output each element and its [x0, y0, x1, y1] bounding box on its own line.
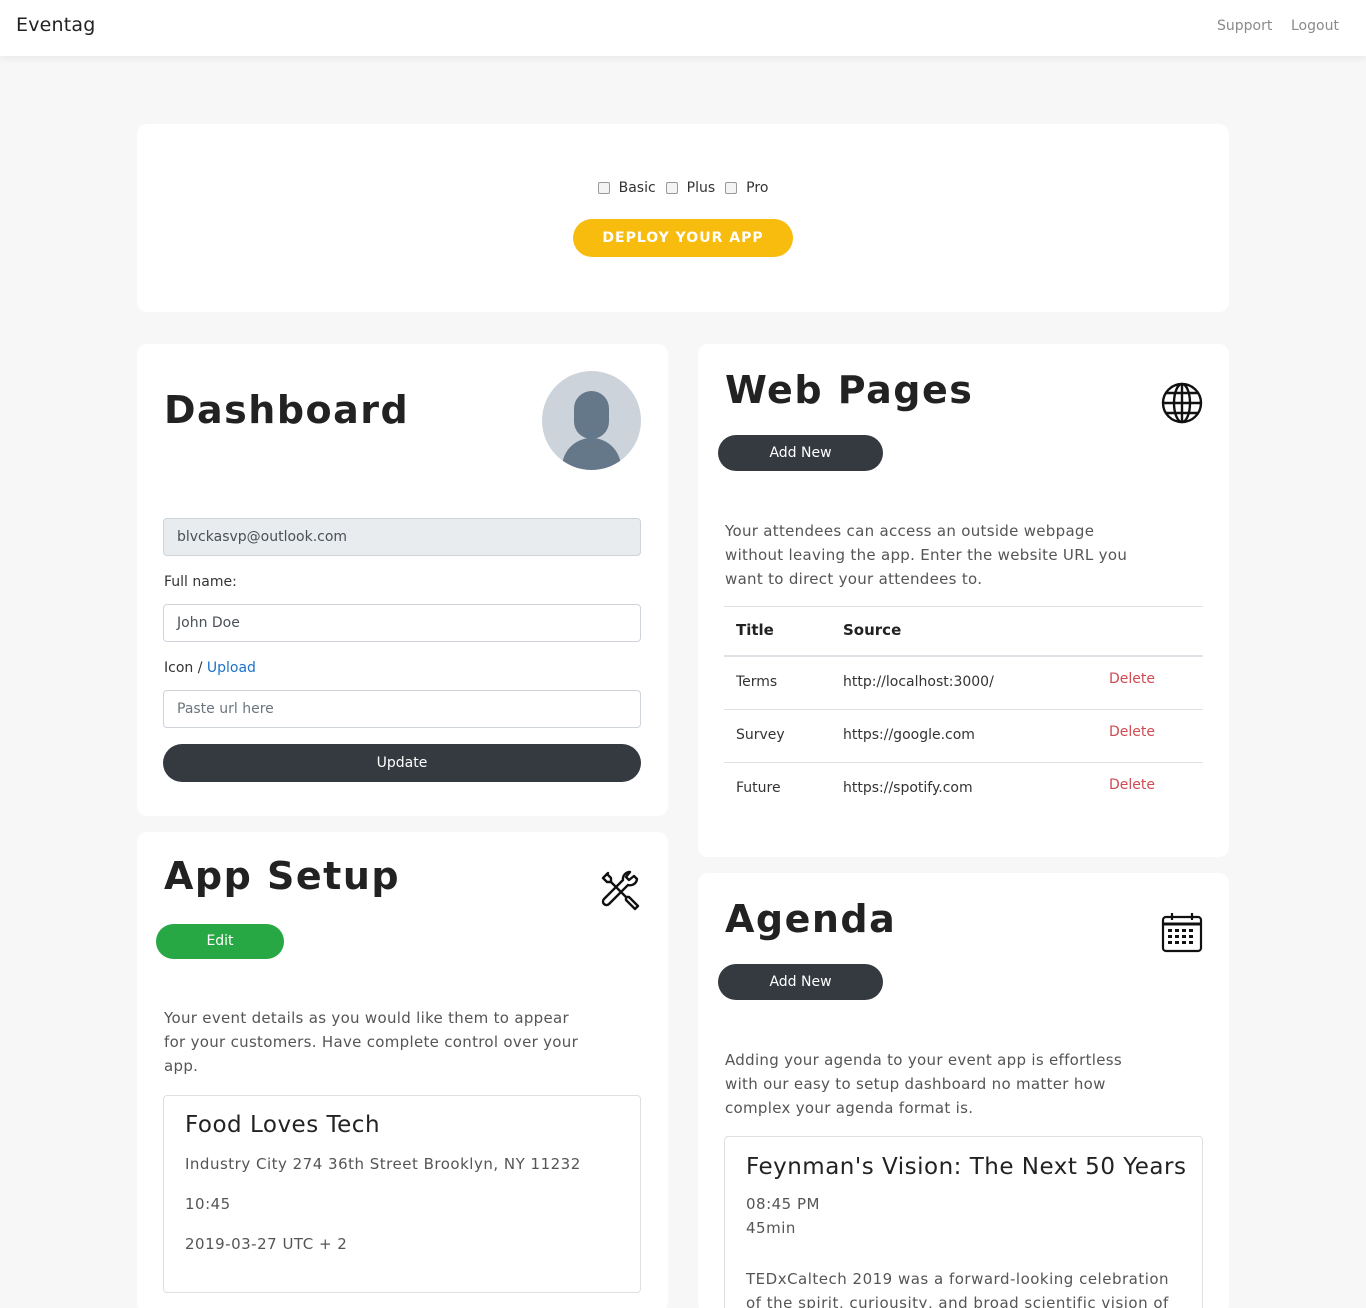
row-title: Future: [736, 780, 781, 796]
brand-logo[interactable]: Eventag: [16, 14, 96, 36]
avatar-head: [574, 391, 609, 439]
delete-button[interactable]: Delete: [1109, 777, 1155, 793]
plan-pro-label: Pro: [746, 180, 769, 196]
app-setup-title: App Setup: [164, 854, 401, 898]
agenda-title: Agenda: [725, 897, 897, 941]
table-header: Title Source: [724, 607, 1203, 657]
app-setup-card: App Setup Edit Your event details as you…: [137, 832, 668, 1308]
icon-url-input[interactable]: Paste url here: [163, 690, 641, 728]
web-pages-add-new-button[interactable]: Add New: [718, 435, 883, 471]
plan-plus-checkbox[interactable]: [665, 182, 678, 194]
calendar-icon: [1161, 911, 1203, 953]
avatar[interactable]: [542, 371, 641, 470]
column-source-header: Source: [843, 621, 902, 639]
agenda-item-duration: 45min: [746, 1219, 796, 1237]
row-title: Survey: [736, 727, 785, 743]
top-navbar: Eventag Support Logout: [0, 0, 1366, 56]
icon-label: Icon / Upload: [164, 660, 256, 676]
email-field: blvckasvp@outlook.com: [163, 518, 641, 556]
upload-link[interactable]: Upload: [207, 660, 256, 676]
web-pages-description: Your attendees can access an outside web…: [725, 522, 1128, 588]
plan-basic-checkbox[interactable]: [597, 182, 610, 194]
agenda-item-summary: TEDxCaltech 2019 was a forward-looking c…: [746, 1270, 1170, 1308]
deploy-app-button[interactable]: DEPLOY YOUR APP: [573, 219, 793, 257]
table-row: Terms http://localhost:3000/ Delete: [724, 657, 1203, 710]
web-pages-table: Title Source Terms http://localhost:3000…: [724, 606, 1203, 816]
event-details-card: Food Loves Tech Industry City 274 36th S…: [163, 1095, 641, 1293]
logout-link[interactable]: Logout: [1291, 18, 1339, 34]
row-source: https://spotify.com: [843, 780, 973, 796]
agenda-item-card[interactable]: Feynman's Vision: The Next 50 Years 08:4…: [724, 1136, 1203, 1308]
delete-button[interactable]: Delete: [1109, 671, 1155, 687]
event-time: 10:45: [185, 1195, 231, 1213]
dashboard-card: Dashboard blvckasvp@outlook.com Full nam…: [137, 344, 668, 816]
plan-basic-option[interactable]: Basic: [597, 180, 656, 196]
full-name-input[interactable]: John Doe: [163, 604, 641, 642]
table-row: Survey https://google.com Delete: [724, 710, 1203, 763]
table-row: Future https://spotify.com Delete: [724, 763, 1203, 816]
deploy-card: Basic Plus Pro DEPLOY YOUR APP: [137, 124, 1229, 312]
update-button[interactable]: Update: [163, 744, 641, 782]
globe-icon: [1161, 382, 1203, 424]
support-link[interactable]: Support: [1217, 18, 1272, 34]
agenda-description: Adding your agenda to your event app is …: [725, 1051, 1123, 1117]
dashboard-title: Dashboard: [164, 388, 410, 432]
row-title: Terms: [736, 674, 778, 690]
app-setup-description: Your event details as you would like the…: [164, 1009, 579, 1075]
web-pages-title: Web Pages: [725, 368, 974, 412]
event-date: 2019-03-27 UTC + 2: [185, 1235, 348, 1253]
tools-icon: [599, 870, 641, 912]
agenda-item-time: 08:45 PM: [746, 1195, 820, 1213]
agenda-card: Agenda Add New Adding your agenda to you…: [698, 873, 1229, 1308]
agenda-item-title: Feynman's Vision: The Next 50 Years: [746, 1154, 1187, 1180]
plan-plus-option[interactable]: Plus: [665, 180, 716, 196]
avatar-body: [562, 438, 621, 470]
event-address: Industry City 274 36th Street Brooklyn, …: [185, 1155, 581, 1173]
plan-plus-label: Plus: [686, 180, 716, 196]
plan-options: Basic Plus Pro: [137, 180, 1229, 196]
icon-label-text: Icon /: [164, 660, 203, 676]
column-title-header: Title: [736, 621, 774, 639]
row-source: http://localhost:3000/: [843, 674, 994, 690]
agenda-add-new-button[interactable]: Add New: [718, 964, 883, 1000]
delete-button[interactable]: Delete: [1109, 724, 1155, 740]
row-source: https://google.com: [843, 727, 975, 743]
plan-pro-checkbox[interactable]: [725, 182, 738, 194]
web-pages-card: Web Pages Add New Your attendees can acc…: [698, 344, 1229, 857]
event-name: Food Loves Tech: [185, 1112, 381, 1138]
plan-basic-label: Basic: [618, 180, 656, 196]
plan-pro-option[interactable]: Pro: [725, 180, 768, 196]
full-name-label: Full name:: [164, 574, 237, 590]
edit-button[interactable]: Edit: [156, 924, 284, 959]
